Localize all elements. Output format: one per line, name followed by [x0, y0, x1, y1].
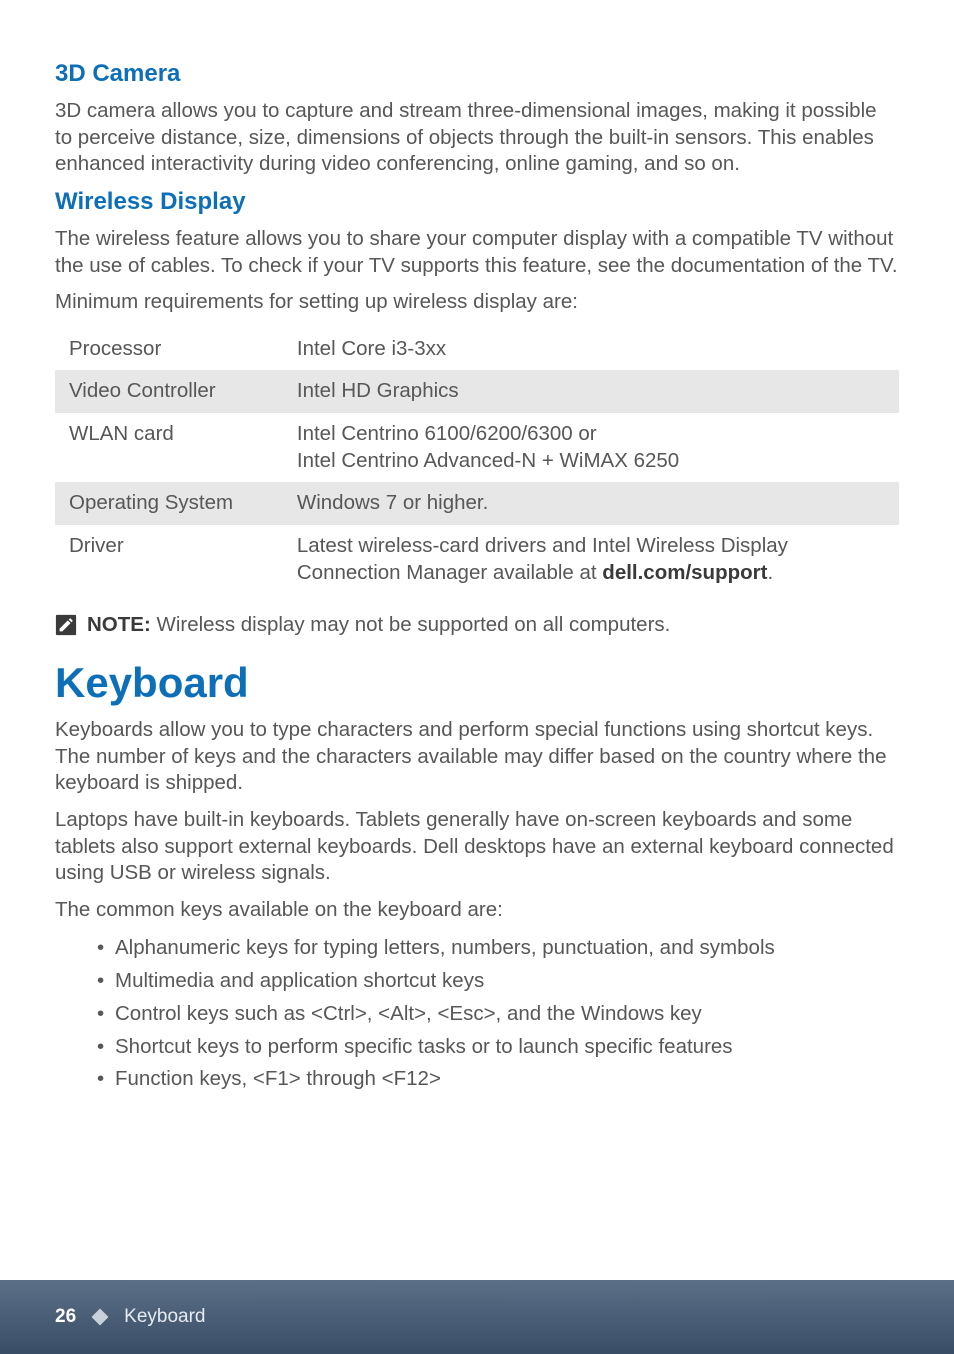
list-item: Shortcut keys to perform specific tasks …	[97, 1032, 899, 1063]
diamond-icon	[92, 1309, 109, 1326]
table-cell-label: WLAN card	[55, 413, 283, 482]
heading-keyboard: Keyboard	[55, 659, 899, 707]
paragraph-keyboard-2: Laptops have built-in keyboards. Tablets…	[55, 807, 899, 887]
list-item: Function keys, <F1> through <F12>	[97, 1064, 899, 1095]
requirements-table: Processor Intel Core i3-3xx Video Contro…	[55, 328, 899, 594]
table-cell-label: Processor	[55, 328, 283, 371]
note-label: NOTE:	[87, 613, 151, 636]
table-cell-value: Latest wireless-card drivers and Intel W…	[283, 525, 899, 594]
driver-link-text: dell.com/support	[602, 561, 767, 584]
heading-wireless-display: Wireless Display	[55, 188, 899, 216]
table-row: Driver Latest wireless-card drivers and …	[55, 525, 899, 594]
page-number: 26	[55, 1306, 76, 1328]
table-cell-value: Intel Centrino 6100/6200/6300 or Intel C…	[283, 413, 899, 482]
table-row: Processor Intel Core i3-3xx	[55, 328, 899, 371]
paragraph-keyboard-1: Keyboards allow you to type characters a…	[55, 717, 899, 797]
page-footer: 26 Keyboard	[0, 1280, 954, 1354]
table-cell-label: Video Controller	[55, 370, 283, 413]
list-item: Multimedia and application shortcut keys	[97, 966, 899, 997]
paragraph-keyboard-3: The common keys available on the keyboar…	[55, 897, 899, 924]
table-cell-value: Windows 7 or higher.	[283, 482, 899, 525]
table-cell-label: Driver	[55, 525, 283, 594]
note-text: NOTE: Wireless display may not be suppor…	[87, 612, 670, 639]
heading-3d-camera: 3D Camera	[55, 60, 899, 88]
note-pencil-icon	[55, 614, 77, 636]
table-row: Video Controller Intel HD Graphics	[55, 370, 899, 413]
keyboard-bullets: Alphanumeric keys for typing letters, nu…	[55, 933, 899, 1095]
table-row: Operating System Windows 7 or higher.	[55, 482, 899, 525]
table-cell-value: Intel Core i3-3xx	[283, 328, 899, 371]
list-item: Control keys such as <Ctrl>, <Alt>, <Esc…	[97, 999, 899, 1030]
list-item: Alphanumeric keys for typing letters, nu…	[97, 933, 899, 964]
paragraph-3d-camera: 3D camera allows you to capture and stre…	[55, 98, 899, 178]
driver-suffix: .	[767, 561, 773, 584]
note-block: NOTE: Wireless display may not be suppor…	[55, 612, 899, 639]
note-body: Wireless display may not be supported on…	[151, 613, 671, 636]
paragraph-wireless-2: Minimum requirements for setting up wire…	[55, 289, 899, 316]
footer-section-title: Keyboard	[124, 1306, 205, 1328]
table-cell-value: Intel HD Graphics	[283, 370, 899, 413]
paragraph-wireless-1: The wireless feature allows you to share…	[55, 226, 899, 279]
table-row: WLAN card Intel Centrino 6100/6200/6300 …	[55, 413, 899, 482]
table-cell-label: Operating System	[55, 482, 283, 525]
